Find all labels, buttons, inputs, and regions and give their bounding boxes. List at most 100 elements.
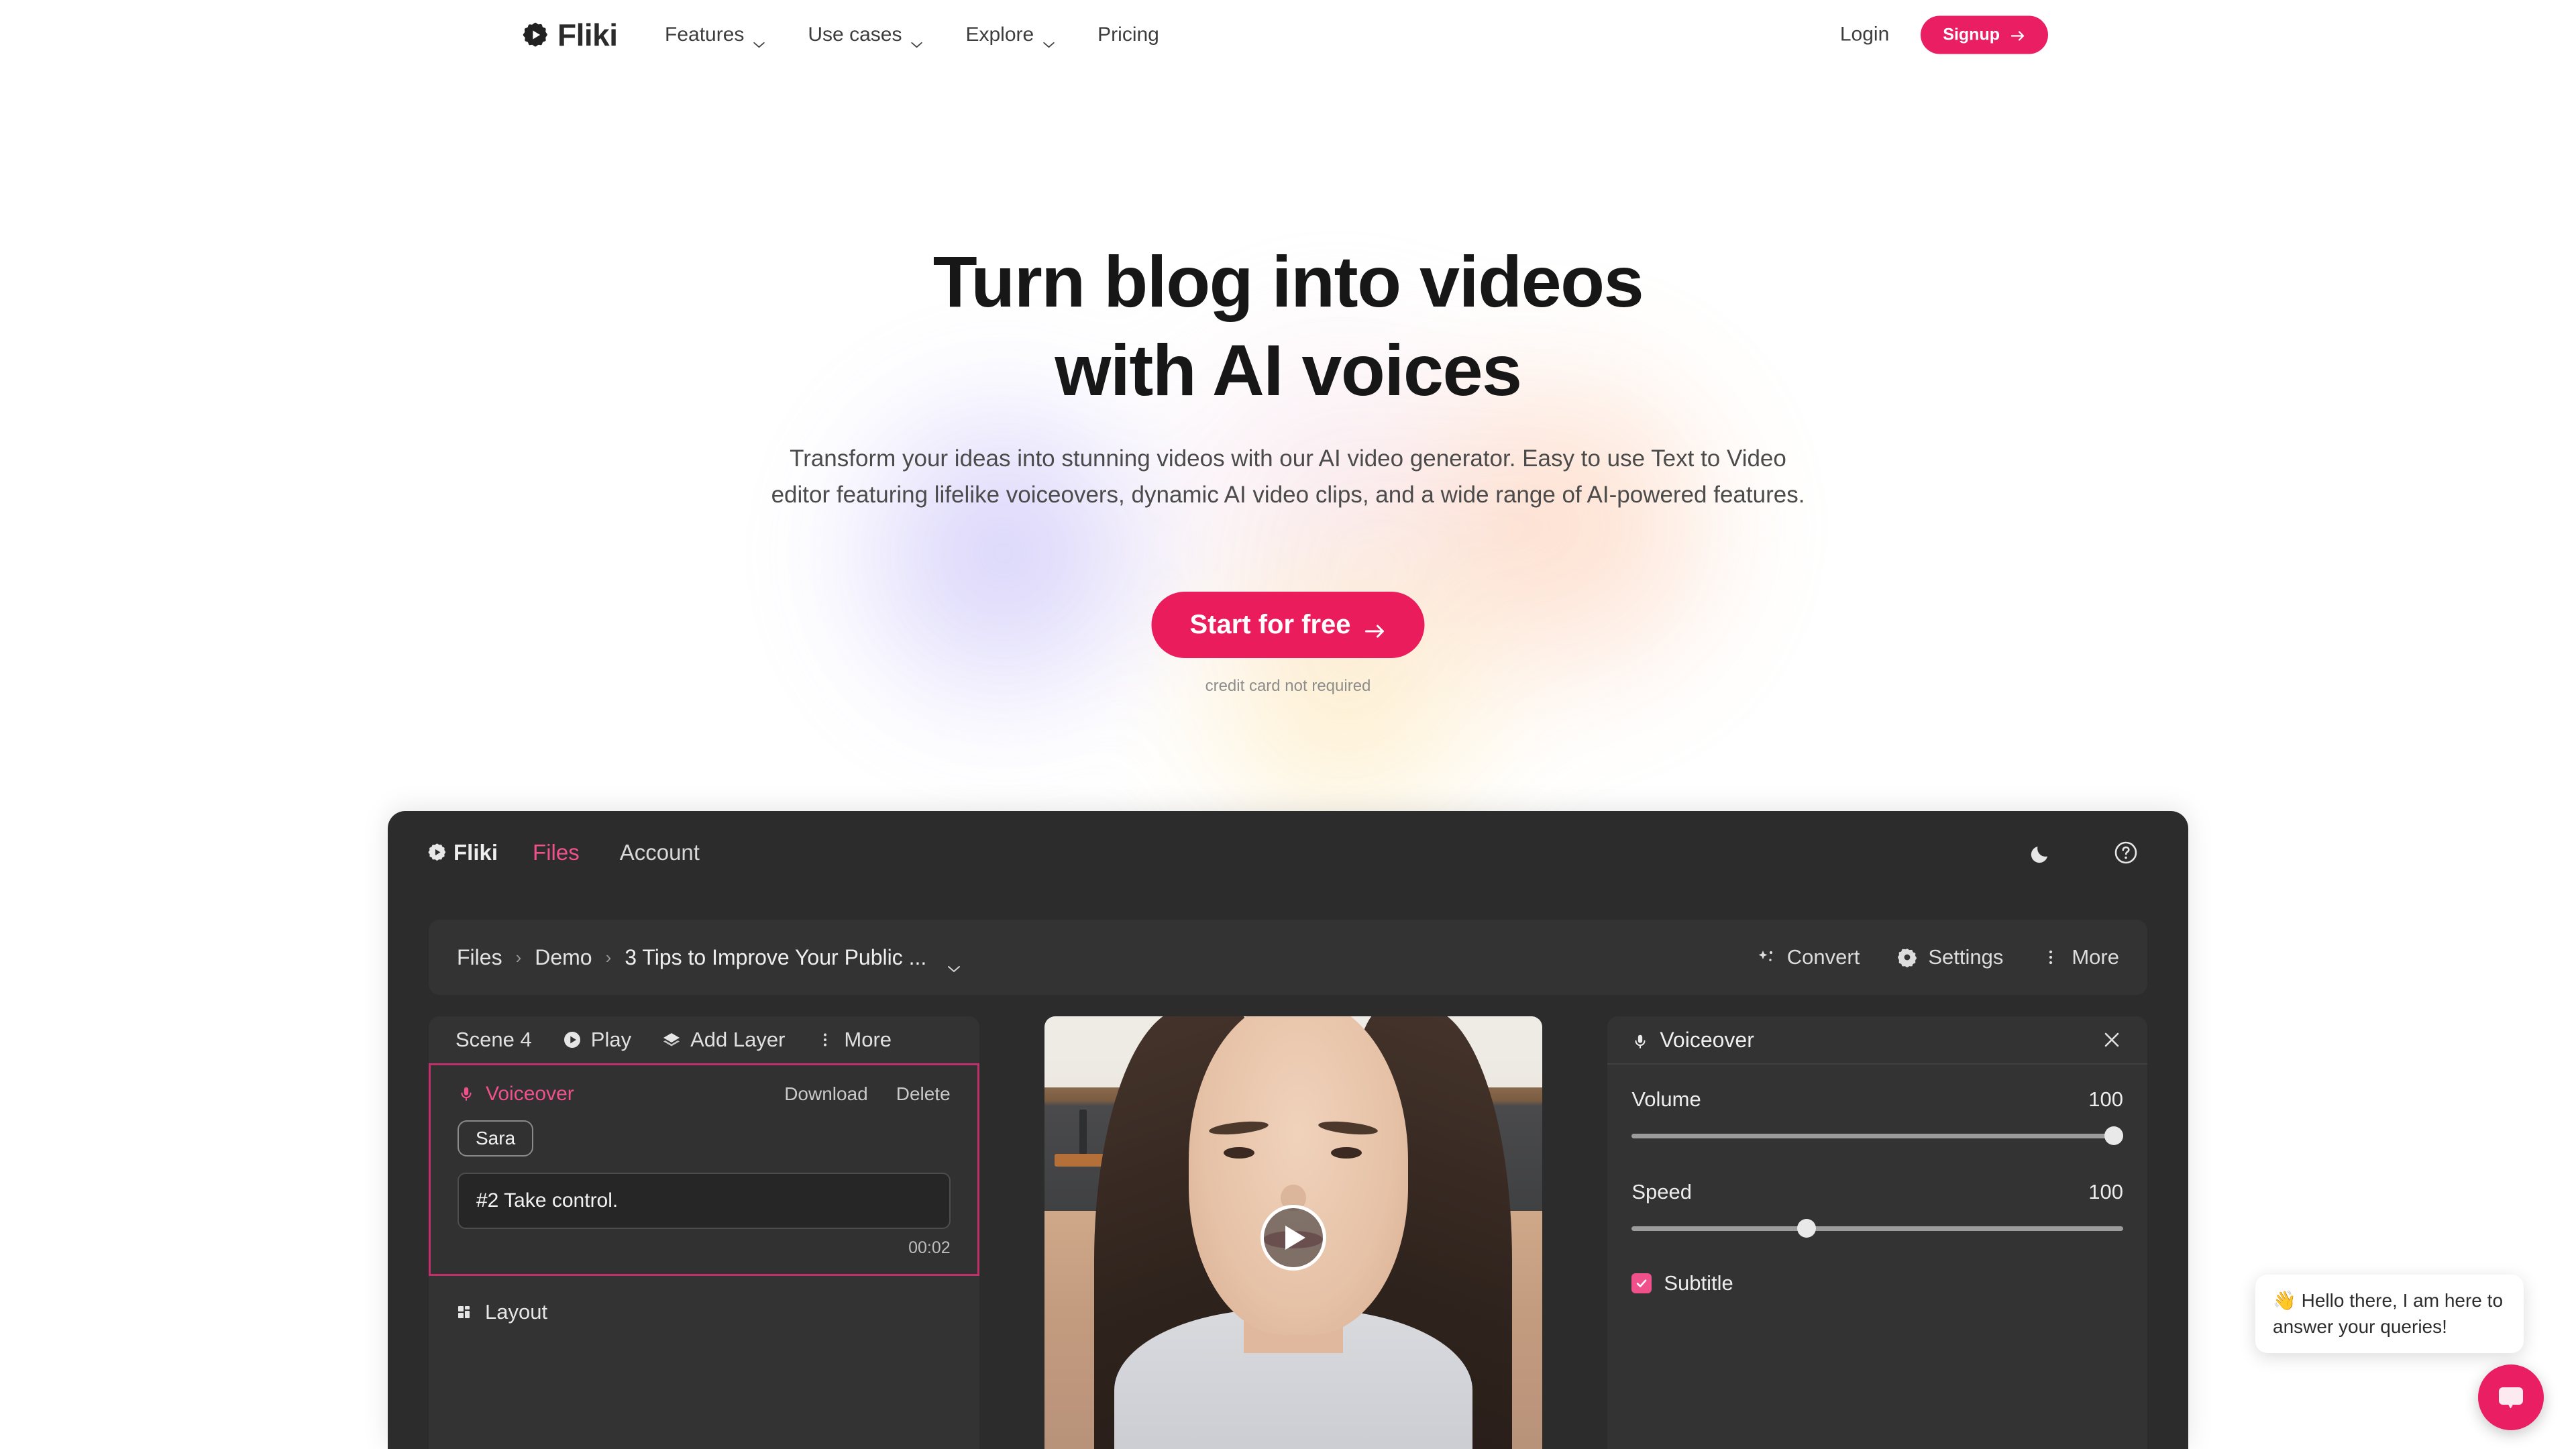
- settings-button[interactable]: Settings: [1897, 945, 2003, 969]
- volume-slider-knob[interactable]: [2104, 1126, 2124, 1145]
- app-logo[interactable]: Fliki: [428, 840, 498, 865]
- scene-play-button[interactable]: Play: [563, 1028, 631, 1052]
- main-nav: Features Use cases Explore Pricing: [665, 23, 1159, 48]
- voiceover-duration: 00:02: [908, 1238, 951, 1257]
- signup-button[interactable]: Signup: [1921, 15, 2048, 54]
- chat-launcher-button[interactable]: [2478, 1364, 2544, 1430]
- voice-chip[interactable]: Sara: [458, 1120, 534, 1157]
- convert-button[interactable]: Convert: [1756, 945, 1860, 969]
- chat-greeting-bubble[interactable]: 👋 Hello there, I am here to answer your …: [2255, 1275, 2524, 1354]
- voiceover-layer-header: Voiceover Download Delete: [458, 1083, 951, 1106]
- chat-bubble-icon: [2499, 1387, 2523, 1409]
- cta-label: Start for free: [1189, 610, 1351, 639]
- video-preview[interactable]: [1044, 1016, 1542, 1449]
- voiceover-panel-label: Voiceover: [1660, 1027, 1754, 1052]
- scene-more-button[interactable]: More: [816, 1028, 892, 1052]
- add-layer-button[interactable]: Add Layer: [662, 1028, 785, 1052]
- arrow-right-icon: [1364, 616, 1387, 637]
- volume-slider[interactable]: [1631, 1126, 2124, 1145]
- nav-item-use-cases[interactable]: Use cases: [808, 23, 923, 48]
- convert-label: Convert: [1786, 945, 1860, 969]
- delete-button[interactable]: Delete: [896, 1083, 951, 1105]
- scene-title-label: Scene 4: [455, 1028, 532, 1051]
- subtitle-checkbox-row[interactable]: Subtitle: [1631, 1271, 2123, 1295]
- moon-icon[interactable]: [2027, 839, 2055, 867]
- chevron-down-icon: [753, 31, 765, 48]
- breadcrumb-separator: ›: [515, 947, 522, 967]
- breadcrumb-item-files[interactable]: Files: [457, 945, 502, 970]
- site-logo[interactable]: Fliki: [523, 17, 618, 53]
- page-root: Fliki Features Use cases Explore Pricing…: [0, 0, 2576, 1449]
- nav-item-pricing[interactable]: Pricing: [1097, 23, 1159, 46]
- breadcrumb-item-current[interactable]: 3 Tips to Improve Your Public ...: [625, 945, 926, 970]
- scene-more-label: More: [844, 1028, 892, 1051]
- cta-note: credit card not required: [1205, 677, 1371, 695]
- nav-item-features[interactable]: Features: [665, 23, 765, 48]
- nav-item-label: Use cases: [808, 23, 902, 46]
- nav-item-label: Features: [665, 23, 745, 46]
- voiceover-panel-body: Volume 100 Speed 100 Subtitle: [1607, 1065, 2147, 1295]
- microphone-icon: [1631, 1030, 1650, 1049]
- video-preview-pane: [1024, 1016, 1564, 1449]
- site-header: Fliki Features Use cases Explore Pricing…: [0, 0, 2576, 69]
- sparkle-icon: [1756, 947, 1776, 967]
- hero-subtitle: Transform your ideas into stunning video…: [771, 445, 1805, 508]
- settings-label: Settings: [1928, 945, 2004, 969]
- tab-account[interactable]: Account: [620, 840, 700, 865]
- microphone-icon: [458, 1085, 476, 1104]
- more-label: More: [2072, 945, 2119, 969]
- hero-cta-group: Start for free credit card not required: [1151, 592, 1425, 696]
- voiceover-panel-header: Voiceover: [1607, 1016, 2147, 1065]
- subtitle-checkbox[interactable]: [1631, 1273, 1652, 1293]
- scene-play-label: Play: [590, 1028, 632, 1051]
- close-icon[interactable]: [2100, 1028, 2123, 1051]
- tab-files[interactable]: Files: [533, 840, 580, 865]
- play-circle-icon: [563, 1030, 582, 1049]
- app-logo-text: Fliki: [453, 839, 498, 865]
- play-triangle-icon: [1285, 1226, 1306, 1250]
- voiceover-text-input[interactable]: #2 Take control.: [458, 1173, 951, 1229]
- app-header: Fliki Files Account: [388, 811, 2188, 894]
- breadcrumb-actions: Convert Settings More: [1756, 945, 2119, 969]
- kebab-icon: [816, 1030, 835, 1049]
- volume-slider-track: [1631, 1134, 2123, 1138]
- page-title: Turn blog into videos with AI voices: [483, 237, 2093, 415]
- volume-row: Volume 100: [1631, 1087, 2123, 1112]
- subtitle-label: Subtitle: [1664, 1271, 1733, 1295]
- breadcrumb: Files › Demo › 3 Tips to Improve Your Pu…: [457, 945, 961, 972]
- layers-icon: [662, 1030, 681, 1049]
- scene-toolbar: Scene 4 Play Add Layer More: [429, 1016, 979, 1063]
- app-header-icons: [2027, 839, 2140, 867]
- help-circle-icon[interactable]: [2112, 839, 2140, 867]
- gear-icon: [1897, 947, 1917, 968]
- chevron-down-icon: [910, 31, 923, 48]
- voiceover-text-value: #2 Take control.: [476, 1189, 619, 1212]
- app-panes: Scene 4 Play Add Layer More Voiceover Do…: [429, 1016, 2147, 1449]
- chevron-down-icon[interactable]: [947, 953, 961, 972]
- nav-item-explore[interactable]: Explore: [965, 23, 1055, 48]
- speed-slider[interactable]: [1631, 1219, 2123, 1238]
- more-button[interactable]: More: [2041, 945, 2119, 969]
- speed-slider-knob[interactable]: [1797, 1219, 1817, 1238]
- add-layer-label: Add Layer: [690, 1028, 786, 1051]
- scene-panel: Scene 4 Play Add Layer More Voiceover Do…: [429, 1016, 979, 1449]
- arrow-right-icon: [2010, 28, 2026, 42]
- start-for-free-button[interactable]: Start for free: [1151, 592, 1425, 658]
- voiceover-settings-panel: Voiceover Volume 100 Speed 100 Subtitle: [1607, 1016, 2147, 1449]
- voiceover-layer-card: Voiceover Download Delete Sara #2 Take c…: [429, 1063, 979, 1276]
- speed-value: 100: [2088, 1180, 2123, 1203]
- hero-title-line-1: Turn blog into videos: [932, 241, 1644, 322]
- layout-icon: [455, 1303, 474, 1322]
- video-play-button[interactable]: [1260, 1205, 1326, 1271]
- voiceover-layer-actions: Download Delete: [784, 1083, 950, 1105]
- kebab-icon: [2041, 947, 2061, 967]
- download-button[interactable]: Download: [784, 1083, 868, 1105]
- voiceover-layer-label: Voiceover: [486, 1083, 574, 1105]
- speed-slider-track: [1631, 1226, 2123, 1231]
- layout-layer-button[interactable]: Layout: [429, 1276, 979, 1324]
- login-link[interactable]: Login: [1840, 23, 1889, 46]
- check-icon: [1637, 1279, 1647, 1287]
- app-preview-window: Fliki Files Account Files › Demo › 3 Tip…: [388, 811, 2188, 1449]
- voiceover-layer-title: Voiceover: [458, 1083, 574, 1106]
- breadcrumb-item-demo[interactable]: Demo: [535, 945, 592, 970]
